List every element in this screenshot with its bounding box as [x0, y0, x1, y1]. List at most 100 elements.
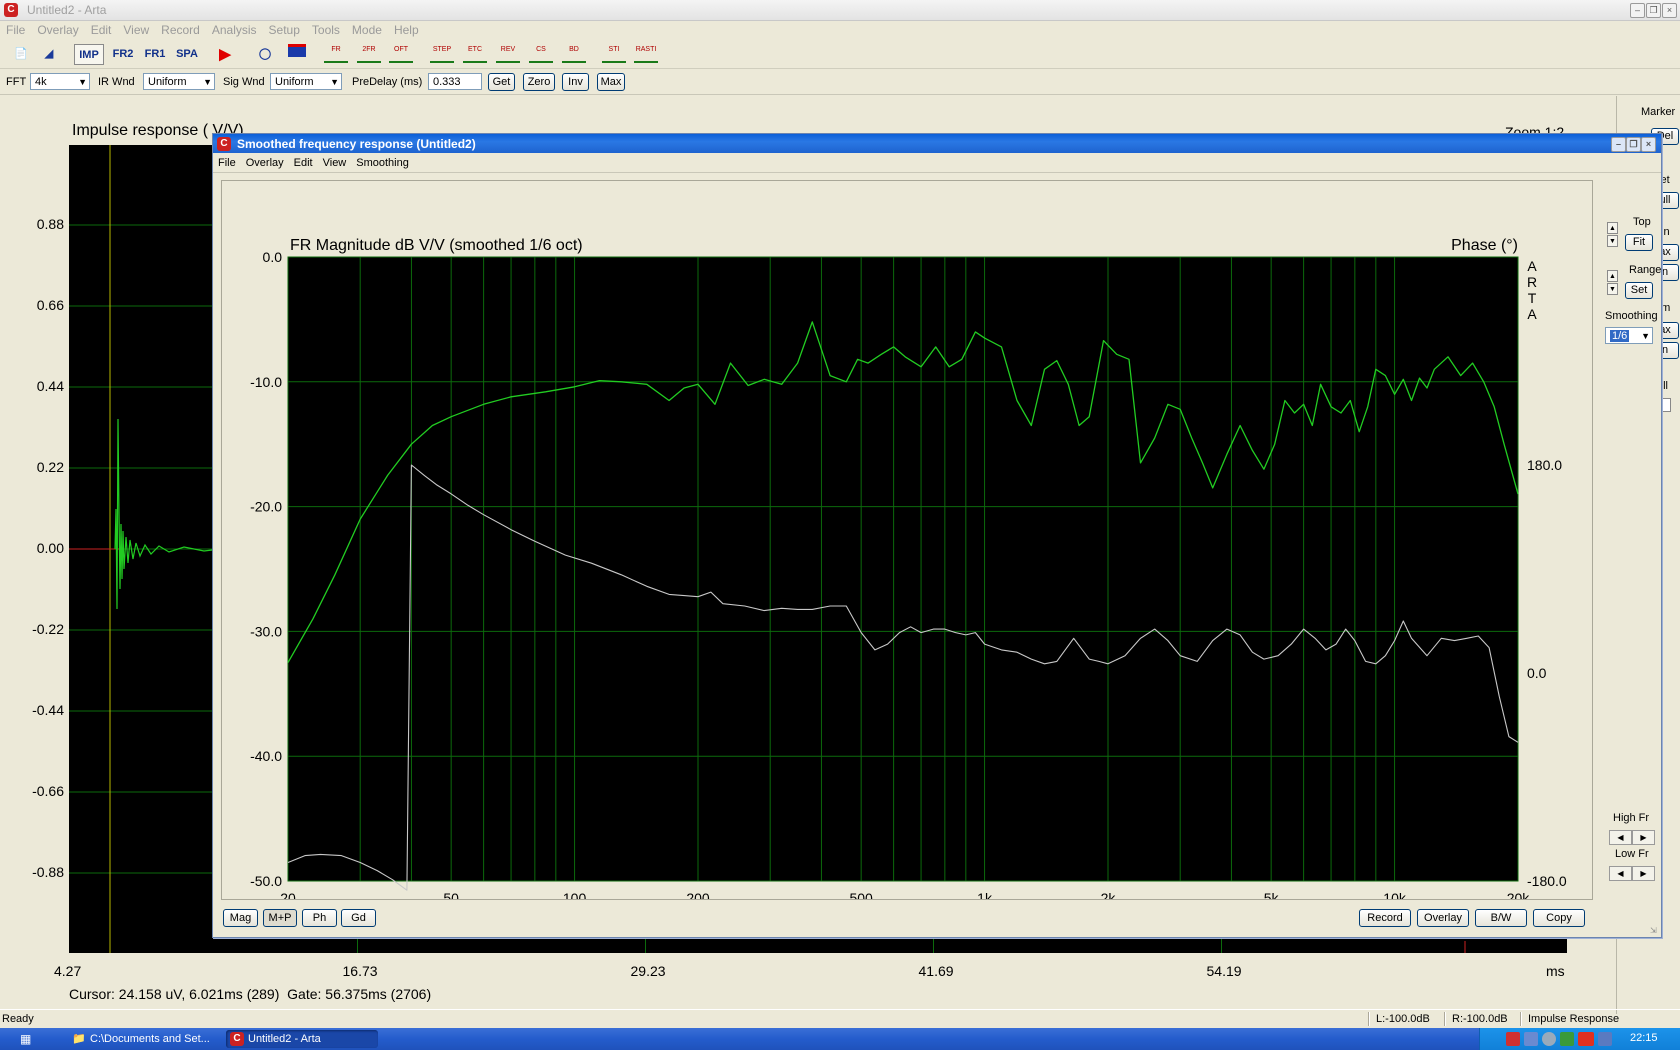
sti-tool-icon[interactable]: STI [602, 46, 626, 63]
fr-phase-tick-label: 0.0 [1527, 665, 1547, 681]
new-file-icon[interactable]: 📄 [8, 44, 34, 65]
get-button[interactable]: Get [488, 73, 515, 91]
status-right-level: R:-100.0dB [1452, 1013, 1508, 1025]
rev-tool-icon[interactable]: REV [496, 46, 520, 63]
cs-tool-icon[interactable]: CS [529, 46, 553, 63]
open-file-icon[interactable]: ◢ [36, 44, 62, 65]
2fr-tool-icon[interactable]: 2FR [357, 46, 381, 63]
levels-icon[interactable] [284, 44, 310, 65]
fr-menu-smoothing[interactable]: Smoothing [351, 154, 414, 169]
high-fr-left-arrow-icon[interactable]: ◀ [1609, 830, 1632, 845]
fr-restore-icon[interactable]: ❐ [1626, 137, 1641, 152]
fr-menu-overlay[interactable]: Overlay [241, 154, 289, 169]
status-left-level: L:-100.0dB [1376, 1013, 1430, 1025]
copy-button[interactable]: Copy [1533, 909, 1585, 927]
quick-launch-icon[interactable]: ▦ [20, 1032, 38, 1046]
fit-button[interactable]: Fit [1625, 234, 1653, 251]
arta-logo-icon: C [217, 137, 231, 151]
menu-analysis[interactable]: Analysis [206, 21, 263, 37]
menu-record[interactable]: Record [155, 21, 206, 37]
menu-view[interactable]: View [117, 21, 155, 37]
menu-mode[interactable]: Mode [346, 21, 388, 37]
system-tray: 22:15 [1479, 1028, 1680, 1050]
predelay-input[interactable]: 0.333 [428, 73, 482, 90]
down-arrow-icon[interactable]: ▼ [1607, 235, 1618, 247]
fr2-mode-button[interactable]: FR2 [108, 44, 138, 65]
fft-label: FFT [6, 76, 27, 88]
fr-watermark-letter: T [1528, 290, 1537, 306]
mp-button[interactable]: M+P [263, 909, 297, 927]
tray-network-icon[interactable] [1506, 1032, 1520, 1046]
menu-file[interactable]: File [0, 21, 31, 37]
ir-wnd-value: Uniform [148, 76, 187, 88]
range-spinner[interactable]: ▲ ▼ [1607, 270, 1618, 297]
fft-select[interactable]: 4k ▼ [30, 73, 90, 90]
settings-row: FFT 4k ▼ IR Wnd Uniform ▼ Sig Wnd Uniform ▼… [0, 70, 1680, 95]
up-arrow-icon[interactable]: ▲ [1607, 222, 1618, 234]
record-button[interactable]: Record [1359, 909, 1411, 927]
tray-device-icon[interactable] [1598, 1032, 1612, 1046]
smoothing-select[interactable]: 1/6 ▼ [1605, 327, 1653, 344]
fr-tool-icon[interactable]: FR [324, 46, 348, 63]
oft-tool-icon[interactable]: OFT [389, 46, 413, 63]
top-label: Top [1633, 216, 1651, 228]
impulse-mode-button[interactable]: IMP [74, 44, 104, 65]
restore-icon[interactable]: ❐ [1646, 3, 1661, 18]
ir-wnd-select[interactable]: Uniform ▼ [143, 73, 215, 90]
fr1-mode-button[interactable]: FR1 [140, 44, 170, 65]
menu-overlay[interactable]: Overlay [31, 21, 84, 37]
rasti-tool-icon[interactable]: RASTI [634, 46, 658, 63]
step-tool-icon[interactable]: STEP [430, 46, 454, 63]
minimize-icon[interactable]: – [1630, 3, 1645, 18]
spa-mode-button[interactable]: SPA [172, 44, 202, 65]
record-play-icon[interactable]: ▶ [212, 44, 238, 65]
bw-button[interactable]: B/W [1475, 909, 1527, 927]
max-button[interactable]: Max [597, 73, 625, 91]
smoothed-fr-window: C Smoothed frequency response (Untitled2… [212, 133, 1662, 938]
fr-x-tick-label: 2k [1101, 890, 1117, 899]
resize-grip-icon[interactable]: ⇲ [1650, 926, 1660, 936]
impulse-y-tick-label: -0.88 [32, 864, 64, 880]
tray-volume-icon[interactable] [1542, 1032, 1556, 1046]
task-arta[interactable]: C Untitled2 - Arta [226, 1030, 378, 1048]
gd-button[interactable]: Gd [341, 909, 376, 927]
menu-tools[interactable]: Tools [306, 21, 346, 37]
fr-window-title-bar[interactable]: C Smoothed frequency response (Untitled2… [213, 134, 1661, 153]
zero-button[interactable]: Zero [523, 73, 555, 91]
low-fr-left-arrow-icon[interactable]: ◀ [1609, 866, 1632, 881]
up-arrow-icon[interactable]: ▲ [1607, 270, 1618, 282]
tray-security-icon[interactable] [1560, 1032, 1574, 1046]
task-folder[interactable]: 📁 C:\Documents and Set... [68, 1030, 218, 1048]
ph-button[interactable]: Ph [302, 909, 337, 927]
generator-icon[interactable]: ◯ [252, 44, 278, 65]
down-arrow-icon[interactable]: ▼ [1607, 283, 1618, 295]
windows-taskbar: ▦ 📁 C:\Documents and Set... C Untitled2 … [0, 1028, 1680, 1050]
inv-button[interactable]: Inv [562, 73, 589, 91]
impulse-y-tick-label: -0.22 [32, 621, 64, 637]
fr-menu-edit[interactable]: Edit [289, 154, 318, 169]
menu-edit[interactable]: Edit [85, 21, 118, 37]
etc-tool-icon[interactable]: ETC [463, 46, 487, 63]
bd-tool-icon[interactable]: BD [562, 46, 586, 63]
fr-menu-view[interactable]: View [318, 154, 352, 169]
high-fr-right-arrow-icon[interactable]: ▶ [1632, 830, 1655, 845]
fr-minimize-icon[interactable]: – [1611, 137, 1626, 152]
top-spinner[interactable]: ▲ ▼ [1607, 222, 1618, 249]
fr-y-tick-label: -20.0 [250, 499, 282, 515]
fr-phase-tick-label: 180.0 [1527, 457, 1562, 473]
menu-help[interactable]: Help [388, 21, 425, 37]
overlay-button[interactable]: Overlay [1417, 909, 1469, 927]
low-fr-right-arrow-icon[interactable]: ▶ [1632, 866, 1655, 881]
menu-setup[interactable]: Setup [263, 21, 306, 37]
sig-wnd-select[interactable]: Uniform ▼ [270, 73, 342, 90]
marker-label: Marker [1641, 106, 1676, 118]
tray-antivirus-icon[interactable] [1578, 1032, 1594, 1046]
fr-close-icon[interactable]: × [1641, 137, 1656, 152]
tray-monitor-icon[interactable] [1524, 1032, 1538, 1046]
fr-menu-file[interactable]: File [213, 154, 241, 169]
set-button[interactable]: Set [1625, 282, 1653, 299]
fr-y-tick-label: -10.0 [250, 374, 282, 390]
close-icon[interactable]: × [1662, 3, 1677, 18]
fr-chart[interactable]: 0.0 -10.0 -20.0 -30.0 -40.0 -50.0 180.0 0.0 -180… [222, 181, 1592, 899]
mag-button[interactable]: Mag [223, 909, 258, 927]
